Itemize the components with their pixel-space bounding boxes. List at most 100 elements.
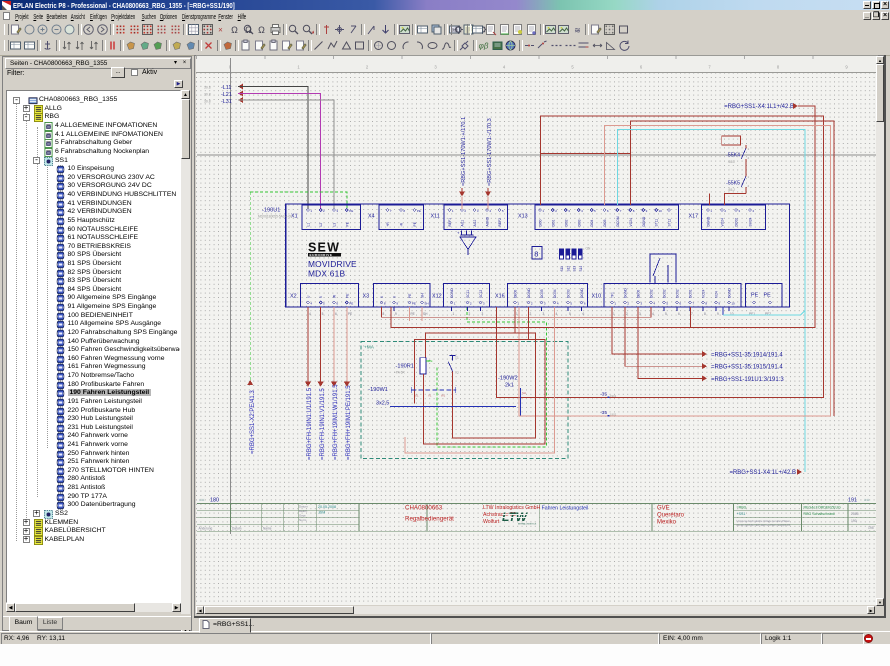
svg-text:190: 190 bbox=[851, 519, 857, 523]
svg-text:GVE: GVE bbox=[657, 506, 670, 512]
svg-text:=RBG+SS1-191U1:3/191:3: =RBG+SS1-191U1:3/191:3 bbox=[711, 377, 784, 383]
svg-text:X4: X4 bbox=[368, 214, 375, 220]
svg-text:DI05: DI05 bbox=[603, 219, 607, 226]
svg-text:4: 4 bbox=[556, 312, 558, 316]
svg-text:DO05: DO05 bbox=[540, 289, 544, 298]
svg-text:=RBG+SS1-X4:1L1+/42.B: =RBG+SS1-X4:1L1+/42.B bbox=[724, 104, 794, 110]
svg-text:««: «« bbox=[199, 498, 205, 504]
svg-text:MOVIDRIVE: MOVIDRIVE bbox=[308, 259, 357, 269]
svg-text:DI01: DI01 bbox=[552, 219, 556, 226]
svg-text:8: 8 bbox=[534, 250, 538, 259]
svg-text:2: 2 bbox=[626, 312, 628, 316]
svg-text:L1: L1 bbox=[307, 223, 311, 227]
svg-text:MDX61B0055-5A3-4-00: MDX61B0055-5A3-4-00 bbox=[258, 215, 292, 219]
svg-text:SC12: SC12 bbox=[479, 290, 483, 298]
svg-text:-190U1: -190U1 bbox=[262, 208, 280, 214]
svg-text:PE: PE bbox=[411, 312, 415, 316]
svg-text:REF2: REF2 bbox=[498, 218, 502, 227]
svg-text:-190W2: -190W2 bbox=[498, 376, 518, 382]
svg-text:3: 3 bbox=[639, 312, 641, 316]
svg-text:2k1: 2k1 bbox=[505, 383, 514, 389]
svg-text:10: 10 bbox=[659, 209, 663, 213]
svg-text:ON: ON bbox=[586, 247, 591, 251]
svg-text:PE: PE bbox=[348, 312, 352, 316]
svg-text:Datum: Datum bbox=[232, 527, 242, 531]
svg-text:10: 10 bbox=[731, 302, 735, 306]
svg-text:4: 4 bbox=[652, 312, 654, 316]
svg-text:6: 6 bbox=[335, 312, 337, 316]
svg-text:CHA0800663: CHA0800663 bbox=[405, 505, 443, 512]
svg-text:Gepr.: Gepr. bbox=[299, 514, 307, 518]
svg-text:-L31: -L31 bbox=[221, 99, 232, 105]
svg-text:≋: ≋ bbox=[574, 26, 581, 35]
svg-text:=RBG+FH-19IN1:U1/191.5: =RBG+FH-19IN1:U1/191.5 bbox=[307, 387, 313, 460]
svg-text:=RBG: =RBG bbox=[737, 505, 747, 509]
svg-text:PE: PE bbox=[764, 293, 772, 299]
svg-text:-L21: -L21 bbox=[221, 92, 232, 98]
svg-text:/55.2: /55.2 bbox=[728, 160, 735, 164]
svg-text:180: 180 bbox=[210, 498, 219, 504]
svg-text:=RBG+FH-19IN1:V1/191.5: =RBG+FH-19IN1:V1/191.5 bbox=[320, 388, 326, 460]
svg-text:als auf geprüfte nach allen Re: als auf geprüfte nach allen Rechten bean… bbox=[737, 524, 791, 527]
svg-text:REF1: REF1 bbox=[448, 218, 452, 227]
svg-text:JSM: JSM bbox=[318, 511, 325, 515]
svg-text:Regalbediengerät: Regalbediengerät bbox=[405, 516, 454, 523]
svg-text:SC11: SC11 bbox=[466, 290, 470, 298]
svg-text:2: 2 bbox=[469, 312, 471, 316]
svg-text:Bearb.: Bearb. bbox=[299, 509, 308, 513]
svg-text:U1: U1 bbox=[415, 394, 419, 398]
svg-text:PE: PE bbox=[751, 293, 759, 299]
svg-text:X17: X17 bbox=[689, 214, 699, 220]
svg-text:φβ: φβ bbox=[479, 42, 489, 51]
svg-text:8: 8 bbox=[383, 312, 385, 316]
svg-text:Querétaro: Querétaro bbox=[657, 513, 685, 519]
svg-text:VI24: VI24 bbox=[715, 291, 719, 298]
svg-text:SH: SH bbox=[522, 391, 526, 395]
svg-text:5: 5 bbox=[569, 312, 571, 316]
svg-text:VO24: VO24 bbox=[721, 218, 725, 227]
svg-text:1: 1 bbox=[453, 312, 455, 316]
svg-text:-L11: -L11 bbox=[221, 85, 231, 91]
svg-text:/55.2: /55.2 bbox=[728, 188, 735, 192]
svg-text:Datum: Datum bbox=[299, 505, 308, 509]
svg-text:REGALFÖRDERZEUG: REGALFÖRDERZEUG bbox=[804, 505, 842, 509]
svg-text:L2: L2 bbox=[319, 223, 323, 227]
svg-text:DO02: DO02 bbox=[650, 289, 654, 298]
svg-text:Name: Name bbox=[263, 527, 272, 531]
svg-text:T2: T2 bbox=[455, 371, 459, 375]
svg-text:RBG Schaltschrank: RBG Schaltschrank bbox=[804, 512, 836, 516]
svg-text:V1: V1 bbox=[428, 394, 432, 398]
svg-text:Norm: Norm bbox=[299, 518, 307, 522]
svg-text:-35: -35 bbox=[600, 410, 607, 416]
svg-text:DO04: DO04 bbox=[553, 289, 557, 298]
svg-text:=RBG+SS1-170W1:-/170.3: =RBG+SS1-170W1:-/170.3 bbox=[487, 118, 493, 186]
svg-text:3: 3 bbox=[543, 312, 545, 316]
svg-text:195: 195 bbox=[868, 526, 874, 530]
svg-text:2565: 2565 bbox=[851, 512, 859, 516]
svg-text:1902: 1902 bbox=[610, 412, 617, 416]
svg-text:8: 8 bbox=[704, 312, 706, 316]
svg-text:DGND: DGND bbox=[728, 288, 732, 298]
svg-text:=RBG+SS1-X4:1L+/42.B: =RBG+SS1-X4:1L+/42.B bbox=[729, 470, 796, 476]
svg-text:X12: X12 bbox=[432, 294, 442, 300]
svg-text:1: 1 bbox=[613, 312, 615, 316]
svg-text:DGND: DGND bbox=[450, 288, 454, 298]
svg-text:X16: X16 bbox=[495, 294, 505, 300]
svg-text:DGND: DGND bbox=[527, 288, 531, 298]
svg-text:9: 9 bbox=[717, 312, 719, 316]
svg-text:4: 4 bbox=[309, 312, 311, 316]
svg-text:=RBG+SS1-35:1915/191.4: =RBG+SS1-35:1915/191.4 bbox=[711, 365, 783, 371]
svg-text:2: 2 bbox=[530, 312, 532, 316]
svg-text:20.05.2008: 20.05.2008 bbox=[318, 505, 336, 509]
svg-text:3: 3 bbox=[482, 312, 484, 316]
svg-text:Änderung: Änderung bbox=[199, 527, 213, 531]
svg-text:PE: PE bbox=[417, 209, 421, 213]
svg-text:9: 9 bbox=[395, 312, 397, 316]
svg-text:=RBG+FH+19IM1:W1/191.5: =RBG+FH+19IM1:W1/191.5 bbox=[333, 384, 339, 460]
svg-text:DCOM: DCOM bbox=[616, 216, 620, 226]
svg-text:MDX 61B: MDX 61B bbox=[308, 269, 345, 279]
svg-text:7: 7 bbox=[691, 312, 693, 316]
svg-text:DO03: DO03 bbox=[567, 289, 571, 298]
svg-text:DGND: DGND bbox=[624, 288, 628, 298]
svg-text:X3: X3 bbox=[363, 294, 370, 300]
